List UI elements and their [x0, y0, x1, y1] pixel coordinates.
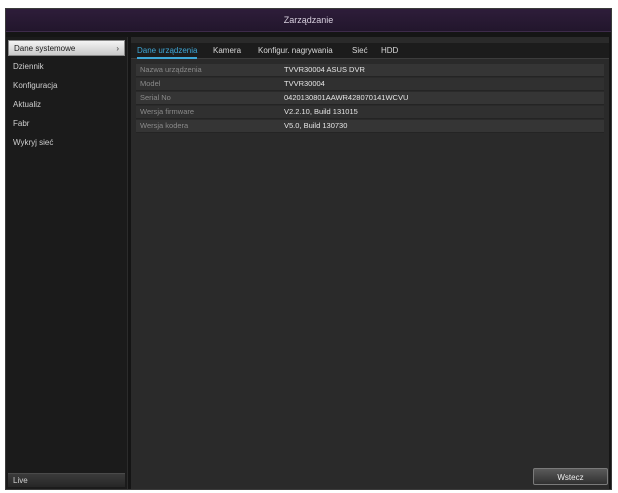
management-window: Zarządzanie Dane systemowe › Dziennik Ko…: [5, 8, 612, 490]
firmware-version-value: V2.2.10, Build 131015: [284, 107, 358, 116]
device-name-label: Nazwa urządzenia: [140, 65, 202, 74]
table-row: Nazwa urządzenia TVVR30004 ASUS DVR: [136, 64, 604, 77]
sidebar-item-label: Fabr: [13, 119, 30, 128]
table-row: Wersja firmware V2.2.10, Build 131015: [136, 106, 604, 119]
serial-number-label: Serial No: [140, 93, 171, 102]
tab-network[interactable]: Sieć: [352, 43, 368, 58]
sidebar-item-system-info[interactable]: Dane systemowe ›: [8, 40, 125, 56]
table-row: Serial No 0420130801AAWR428070141WCVU: [136, 92, 604, 105]
main-content: Dane urządzenia Kamera Konfigur. nagrywa…: [131, 37, 609, 489]
device-info-table: Nazwa urządzenia TVVR30004 ASUS DVR Mode…: [136, 64, 604, 134]
sidebar: Dane systemowe › Dziennik Konfiguracja A…: [6, 37, 128, 489]
firmware-version-label: Wersja firmware: [140, 107, 195, 116]
sidebar-item-label: Konfiguracja: [13, 81, 58, 90]
model-label: Model: [140, 79, 161, 88]
sidebar-item-label: Dziennik: [13, 62, 44, 71]
model-value: TVVR30004: [284, 79, 325, 88]
table-row: Wersja kodera V5.0, Build 130730: [136, 120, 604, 133]
sidebar-item-log[interactable]: Dziennik: [8, 59, 125, 75]
sidebar-item-factory[interactable]: Fabr: [8, 116, 125, 132]
table-row: Model TVVR30004: [136, 78, 604, 91]
sidebar-item-label: Wykryj sieć: [13, 138, 54, 147]
chevron-right-icon: ›: [116, 44, 119, 53]
sidebar-item-label: Dane systemowe: [14, 44, 76, 53]
sidebar-item-detect-network[interactable]: Wykryj sieć: [8, 135, 125, 151]
tab-recording-config[interactable]: Konfigur. nagrywania: [258, 43, 333, 58]
tab-hdd[interactable]: HDD: [381, 43, 398, 58]
live-view-button[interactable]: Live: [8, 473, 125, 487]
tab-bar: Dane urządzenia Kamera Konfigur. nagrywa…: [131, 43, 609, 59]
tab-camera[interactable]: Kamera: [213, 43, 241, 58]
encoder-version-value: V5.0, Build 130730: [284, 121, 348, 130]
sidebar-item-update[interactable]: Aktualiz: [8, 97, 125, 113]
back-button[interactable]: Wstecz: [533, 468, 608, 485]
window-title: Zarządzanie: [6, 9, 611, 32]
sidebar-item-label: Aktualiz: [13, 100, 42, 109]
serial-number-value: 0420130801AAWR428070141WCVU: [284, 93, 409, 102]
device-name-value: TVVR30004 ASUS DVR: [284, 65, 365, 74]
tab-device-info[interactable]: Dane urządzenia: [137, 43, 198, 59]
sidebar-item-configuration[interactable]: Konfiguracja: [8, 78, 125, 94]
encoder-version-label: Wersja kodera: [140, 121, 189, 130]
